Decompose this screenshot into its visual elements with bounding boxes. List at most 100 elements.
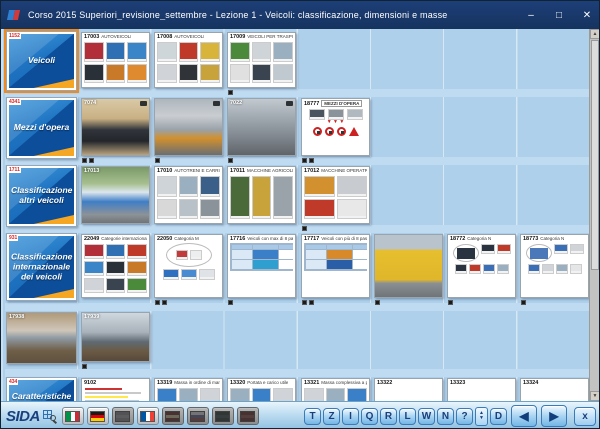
camera-icon — [286, 101, 293, 106]
letter-button-w[interactable]: W — [418, 408, 435, 425]
minimize-button[interactable]: – — [517, 1, 545, 29]
slide-thumbnail-17717[interactable]: 17717Veicoli con più di 8 passeggeri — [301, 234, 370, 298]
flag-button-arabic[interactable] — [212, 407, 234, 425]
oval-photo — [457, 248, 475, 259]
photo-thumb — [84, 261, 104, 276]
category-label: Mezzi d'opera — [11, 123, 72, 133]
category-tile-mezzi-d-opera[interactable]: Mezzi d'opera4341 — [6, 97, 77, 159]
letter-button-l[interactable]: L — [399, 408, 416, 425]
photo-thumb — [106, 64, 126, 84]
slide-thumbnail-13319[interactable]: 13319Massa in ordine di marcia — [154, 378, 223, 401]
slide-thumbnail-18777[interactable]: 18777MEZZI D'OPERA▼ ▼ ▼ — [301, 98, 370, 156]
flag-button-english[interactable] — [112, 407, 134, 425]
slide-title: Categoria N — [540, 236, 564, 241]
slide-id: 17717 — [304, 236, 319, 242]
slide-thumbnail-18773[interactable]: 18773Categoria N — [520, 234, 589, 298]
slide-thumbnail-photo[interactable] — [374, 234, 443, 298]
photo-thumb — [252, 176, 272, 219]
zoom-spinner[interactable]: ▲ ▼ — [475, 407, 488, 426]
scrollbar-thumb[interactable] — [591, 40, 599, 270]
slide-thumbnail-13324[interactable]: 13324 — [520, 378, 589, 401]
slide-thumbnail-22049[interactable]: 22049Categorie internazionali di veicoli — [81, 234, 150, 298]
bottom-toolbar: SIDA TZIQRLWN? ▲ ▼ D ◀ ▶ x — [1, 401, 600, 429]
category-tile-classificazione-internazionale-dei-veicoli[interactable]: Classificazione internazionale dei veico… — [6, 233, 77, 301]
letter-button-r[interactable]: R — [380, 408, 397, 425]
slide-thumbnail-17716[interactable]: 17716Veicoli con max di 8 passeggeri — [227, 234, 296, 298]
category-tile-veicoli[interactable]: Veicoli1152 — [6, 31, 77, 91]
search-grid-icon[interactable] — [43, 410, 56, 423]
slide-id: 18772 — [450, 236, 465, 242]
slide-thumbnail-9102[interactable]: 9102 — [81, 378, 150, 401]
slide-thumbnail-13322[interactable]: 13322 — [374, 378, 443, 401]
letter-button-z[interactable]: Z — [323, 408, 340, 425]
photo-thumb — [556, 264, 568, 274]
tile-background: Mezzi d'opera — [9, 100, 74, 156]
slide-thumbnail-17938[interactable]: 17938 — [6, 312, 77, 364]
slide-thumbnail-7074[interactable]: 7074 — [81, 98, 150, 156]
attachment-marker-icon — [309, 300, 314, 305]
photo-thumb — [200, 64, 220, 84]
slide-thumbnail-13320[interactable]: 13320Portata e carico utile — [227, 378, 296, 401]
tile-background: Caratteristiche — [9, 380, 74, 401]
flag-button-italian[interactable] — [62, 407, 84, 425]
slide-thumbnail-17012[interactable]: 17012MACCHINE OPERATRICI — [301, 166, 370, 224]
photo-thumb — [106, 42, 126, 62]
photo-thumb — [570, 244, 584, 254]
slide-thumbnail-22050[interactable]: 22050Categoria M — [154, 234, 223, 298]
slide-title: Categoria N — [467, 236, 491, 241]
vertical-scrollbar[interactable]: ▲ ▼ — [589, 29, 599, 401]
slide-thumbnail-17008[interactable]: 17008AUTOVEICOLI — [154, 32, 223, 88]
slide-id: 17939 — [84, 314, 99, 320]
slide-id: 7074 — [84, 100, 96, 106]
oval-and-photos — [448, 244, 515, 262]
letter-button-d[interactable]: D — [490, 408, 507, 425]
slide-thumbnail-13321[interactable]: 13321Massa complessiva a pieno carico — [301, 378, 370, 401]
photo-thumb — [163, 269, 179, 280]
category-tile-classificazione-altri-veicoli[interactable]: Classificazione altri veicoli1711 — [6, 165, 77, 227]
letter-button-n[interactable]: N — [437, 408, 454, 425]
next-button[interactable]: ▶ — [541, 405, 567, 427]
slide-thumbnail-17003[interactable]: 17003AUTOVEICOLI — [81, 32, 150, 88]
table-person-cell — [279, 250, 293, 259]
slide-thumbnail-17011[interactable]: 17011MACCHINE AGRICOLE — [227, 166, 296, 224]
photo-thumb — [309, 109, 325, 120]
attachment-marker-icon — [302, 158, 307, 163]
previous-button[interactable]: ◀ — [511, 405, 537, 427]
slide-thumbnail-17013[interactable]: 17013 — [81, 166, 150, 224]
photo-thumb — [337, 176, 368, 197]
photo-thumb — [554, 244, 568, 254]
photo-thumb — [273, 388, 293, 401]
spinner-down-icon[interactable]: ▼ — [479, 416, 484, 421]
photo-thumb — [252, 42, 272, 62]
scroll-down-icon[interactable]: ▼ — [590, 391, 600, 401]
maximize-button[interactable]: □ — [545, 1, 573, 29]
close-button[interactable]: ✕ — [573, 1, 600, 29]
slide-header: 17717Veicoli con più di 8 passeggeri — [302, 235, 369, 242]
slide-thumbnail-17939[interactable]: 17939 — [81, 312, 150, 362]
flag-button-french[interactable] — [137, 407, 159, 425]
letter-button-t[interactable]: T — [304, 408, 321, 425]
slide-thumbnail-18772[interactable]: 18772Categoria N — [447, 234, 516, 298]
slide-header: 17009VEICOLI PER TRASPORTO SPECIFICO — [228, 33, 295, 40]
slide-header: 13319Massa in ordine di marcia — [155, 379, 222, 386]
slide-header: 13321Massa complessiva a pieno carico — [302, 379, 369, 386]
flag-button-albanian[interactable] — [237, 407, 259, 425]
flag-button-german[interactable] — [87, 407, 109, 425]
slide-id: 17011 — [230, 168, 245, 174]
slide-thumbnail-17010[interactable]: 17010AUTOTRENI E CARRI APPENDICE — [154, 166, 223, 224]
photos-row — [448, 264, 515, 274]
flag-button-russian[interactable] — [187, 407, 209, 425]
category-tile-caratteristiche[interactable]: Caratteristiche434 — [6, 377, 77, 401]
slide-thumbnail-17009[interactable]: 17009VEICOLI PER TRASPORTO SPECIFICO — [227, 32, 296, 88]
table-header-cell — [327, 245, 352, 249]
letter-button-q[interactable]: Q — [361, 408, 378, 425]
slide-thumbnail-7022[interactable]: 7022 — [227, 98, 296, 156]
scroll-up-icon[interactable]: ▲ — [590, 29, 600, 39]
spanish-flag-icon — [165, 411, 180, 422]
slide-thumbnail-photo[interactable] — [154, 98, 223, 156]
close-slideshow-button[interactable]: x — [574, 407, 596, 426]
letter-button-i[interactable]: I — [342, 408, 359, 425]
flag-button-spanish[interactable] — [162, 407, 184, 425]
letter-button-help[interactable]: ? — [456, 408, 473, 425]
slide-thumbnail-13323[interactable]: 13323 — [447, 378, 516, 401]
